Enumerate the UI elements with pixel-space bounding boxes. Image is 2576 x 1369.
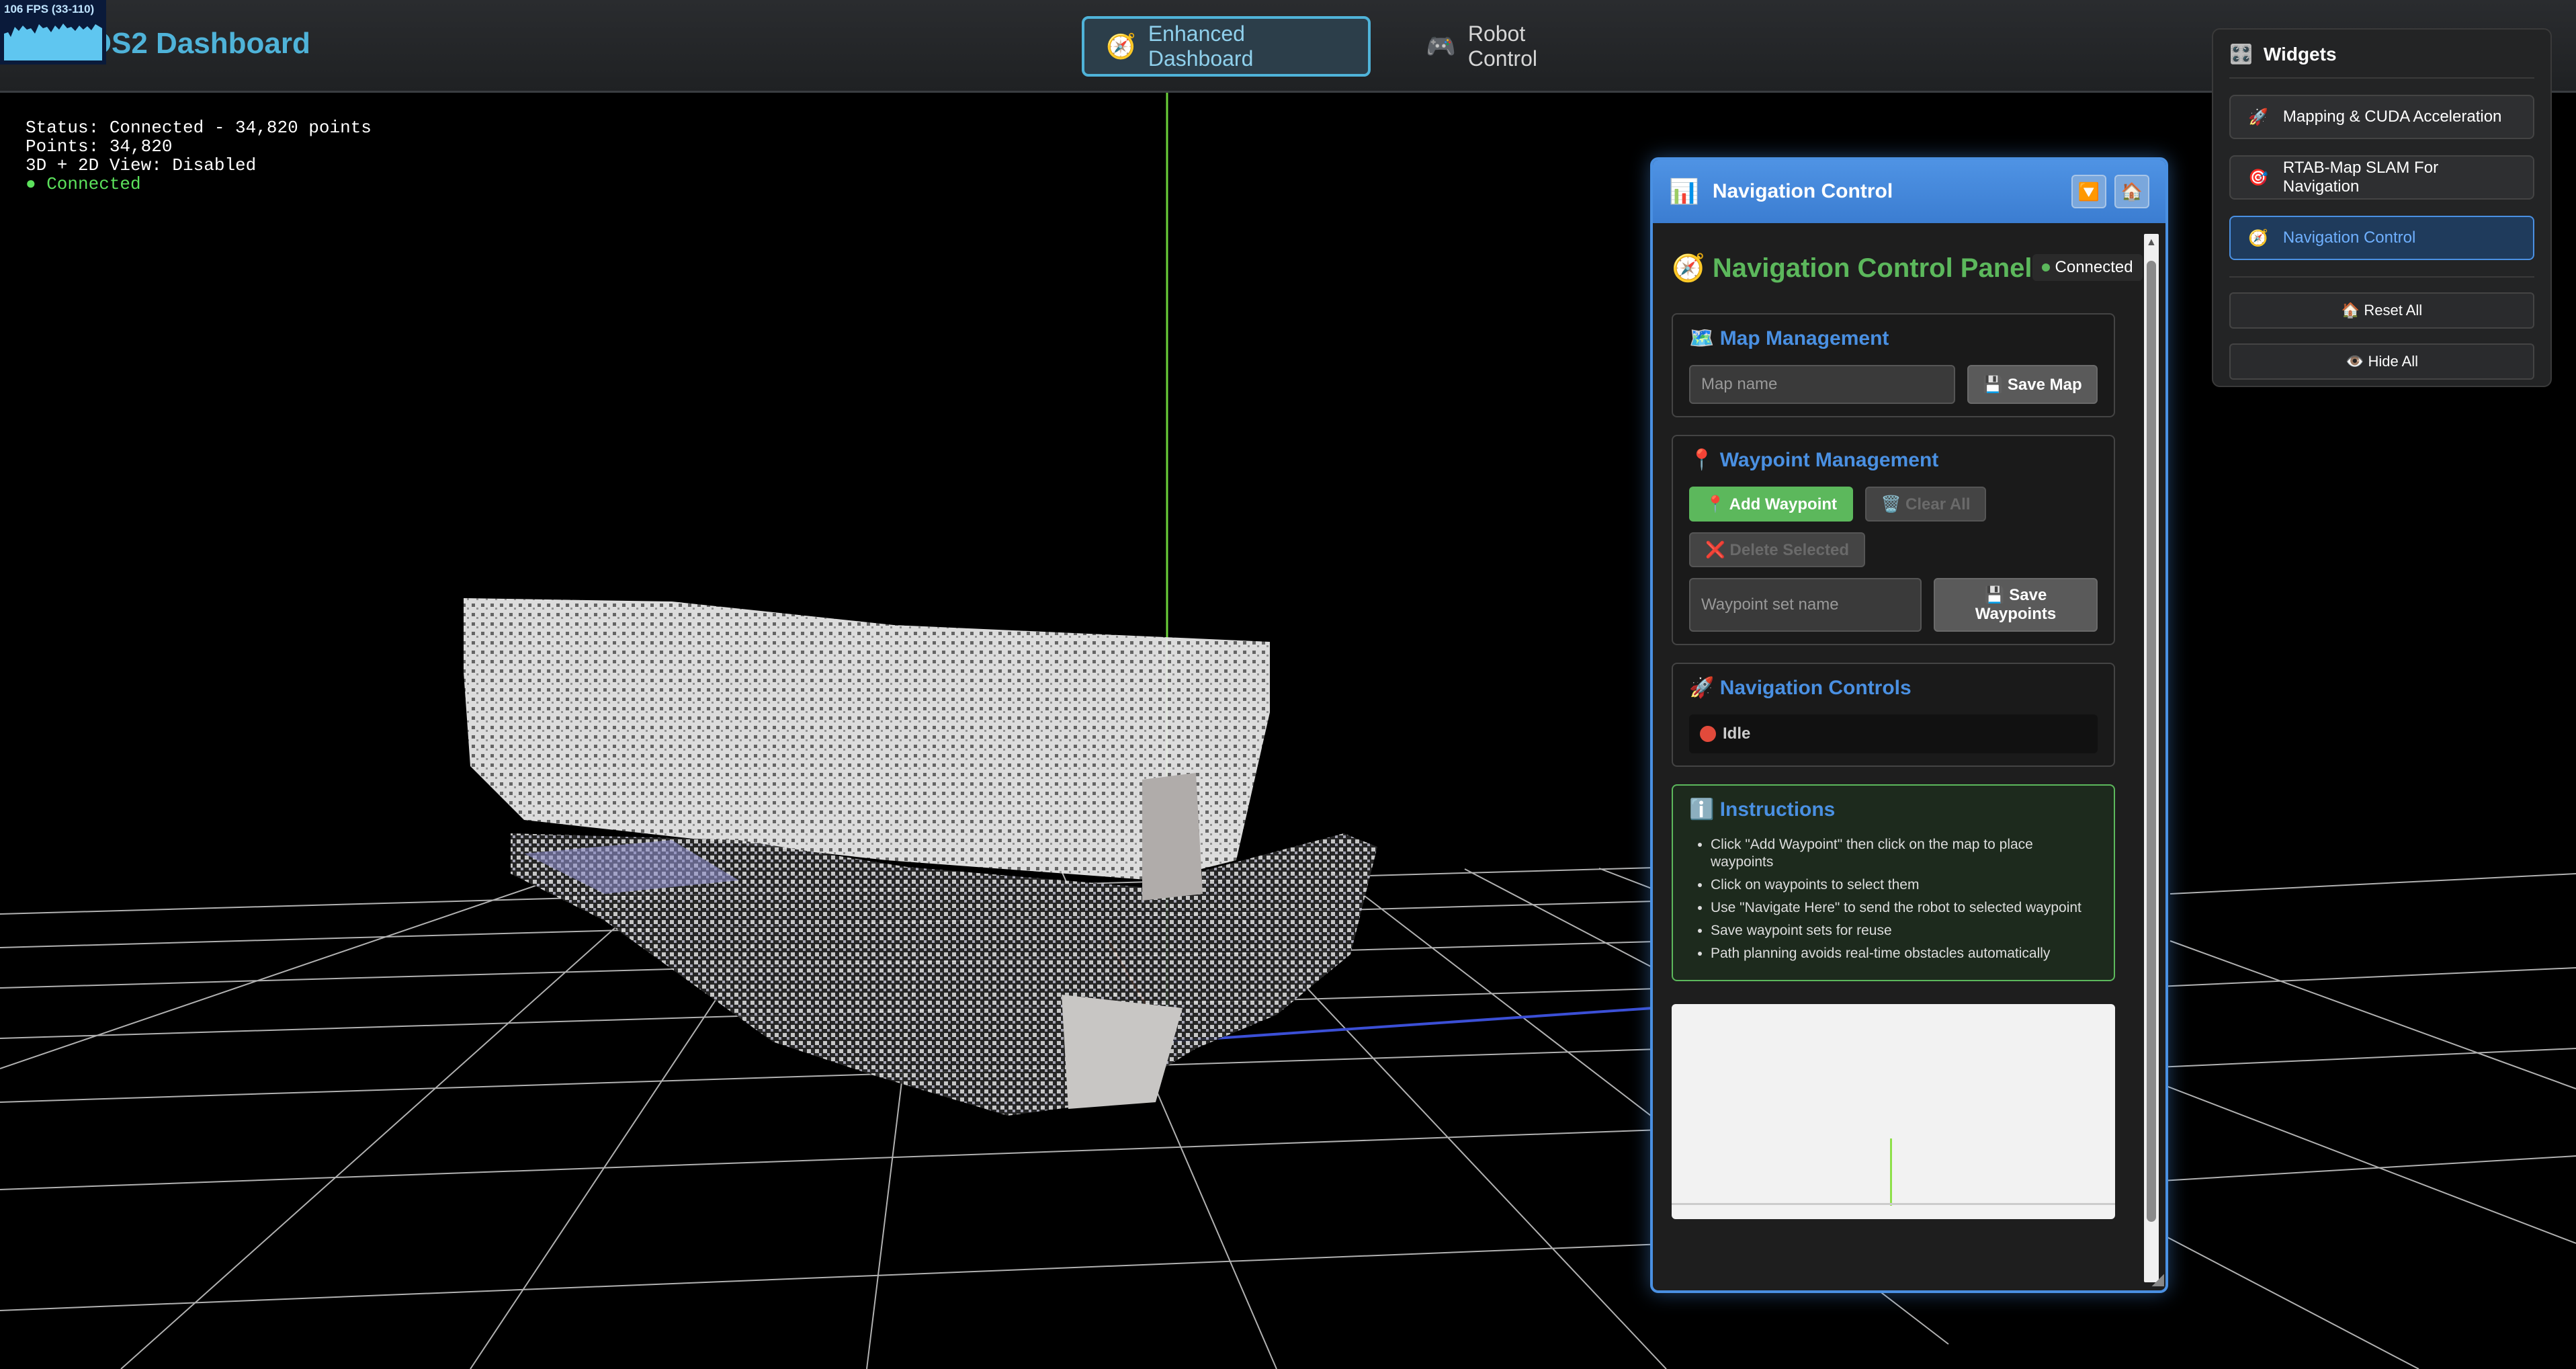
panel-content: 🧭 Navigation Control Panel Connected 🗺️ … xyxy=(1672,239,2143,1219)
resize-grip-icon[interactable]: ◢ xyxy=(2152,1270,2164,1289)
status-line: Status: Connected - 34,820 points xyxy=(26,118,372,138)
navigation-state: Idle xyxy=(1689,714,2098,753)
robot-axis-marker xyxy=(1890,1138,1892,1206)
section-title: ℹ️ Instructions xyxy=(1689,798,1836,821)
instruction-item: Save waypoint sets for reuse xyxy=(1711,922,2098,940)
navigation-state-text: Idle xyxy=(1723,724,1751,743)
point-cloud-viewport[interactable] xyxy=(0,0,2576,1369)
widget-rtab-map[interactable]: 🎯 RTAB-Map SLAM For Navigation xyxy=(2229,155,2534,200)
navigation-controls-section: 🚀 Navigation Controls Idle xyxy=(1672,663,2115,767)
clear-all-button[interactable]: 🗑️ Clear All xyxy=(1865,487,1986,522)
scroll-thumb[interactable] xyxy=(2147,261,2156,1222)
control-panel-title: 🧭 Navigation Control Panel xyxy=(1672,253,2032,283)
instruction-item: Click on waypoints to select them xyxy=(1711,876,2098,894)
rocket-icon: 🚀 xyxy=(2248,108,2268,126)
top-bar: ROS2 Dashboard 106 FPS (33-110) 🧭 Enhanc… xyxy=(0,0,2576,93)
instruction-item: Path planning avoids real-time obstacles… xyxy=(1711,945,2098,962)
save-map-button[interactable]: 💾 Save Map xyxy=(1967,365,2098,404)
map-name-input[interactable]: Map name xyxy=(1689,365,1955,404)
home-button[interactable]: 🏠 xyxy=(2114,175,2149,208)
fps-meter: 106 FPS (33-110) xyxy=(0,0,106,65)
tab-robot-control[interactable]: 🎮 Robot Control xyxy=(1404,16,1619,77)
section-title: 📍 Waypoint Management xyxy=(1689,449,1939,471)
connection-text: Connected xyxy=(2055,258,2133,276)
widget-label: RTAB-Map SLAM For Navigation xyxy=(2282,159,2439,196)
compass-icon: 🧭 xyxy=(1106,32,1136,60)
map-baseline xyxy=(1672,1203,2115,1205)
widget-navigation-control[interactable]: 🧭 Navigation Control xyxy=(2229,216,2534,260)
navigation-control-window[interactable]: 📊 Navigation Control 🔽 🏠 🧭 Navigation Co… xyxy=(1650,157,2168,1293)
fps-graph xyxy=(4,24,102,60)
reset-all-button[interactable]: 🏠 Reset All xyxy=(2229,292,2534,329)
widget-label: Navigation Control xyxy=(2282,229,2416,247)
view-mode-line: 3D + 2D View: Disabled xyxy=(26,155,257,175)
panel-title: Navigation Control xyxy=(1712,180,1893,202)
instruction-item: Click "Add Waypoint" then click on the m… xyxy=(1711,836,2098,871)
compass-icon: 🧭 xyxy=(2248,229,2268,247)
save-waypoints-button[interactable]: 💾 Save Waypoints xyxy=(1934,578,2098,632)
widgets-header: 🎛️ Widgets xyxy=(2229,43,2534,79)
tab-label: Enhanced Dashboard xyxy=(1148,22,1254,71)
waypoint-management-section: 📍 Waypoint Management 📍 Add Waypoint 🗑️ … xyxy=(1672,435,2115,645)
idle-indicator-icon xyxy=(1700,726,1716,742)
points-line: Points: 34,820 xyxy=(26,136,173,157)
panel-header[interactable]: 📊 Navigation Control 🔽 🏠 xyxy=(1653,160,2165,223)
connection-line: ● Connected xyxy=(26,174,141,194)
widgets-panel: 🎛️ Widgets 🚀 Mapping & CUDA Acceleration… xyxy=(2212,28,2552,387)
section-title: 🗺️ Map Management xyxy=(1689,327,1889,349)
connection-badge: Connected xyxy=(2032,254,2143,281)
widgets-title: Widgets xyxy=(2263,43,2337,65)
section-title: 🚀 Navigation Controls xyxy=(1689,677,1912,699)
collapse-button[interactable]: 🔽 xyxy=(2071,175,2106,208)
instructions-list: Click "Add Waypoint" then click on the m… xyxy=(1689,836,2098,962)
map-management-section: 🗺️ Map Management Map name 💾 Save Map xyxy=(1672,313,2115,417)
divider xyxy=(2229,276,2534,278)
instructions-section: ℹ️ Instructions Click "Add Waypoint" the… xyxy=(1672,784,2115,981)
map-canvas[interactable] xyxy=(1672,1004,2115,1219)
point-cloud xyxy=(464,598,1377,1116)
scroll-up-icon[interactable]: ▲ xyxy=(2146,237,2157,249)
widget-label: Mapping & CUDA Acceleration xyxy=(2282,108,2502,126)
panel-scrollbar[interactable]: ▲ xyxy=(2144,234,2159,1282)
tab-enhanced-dashboard[interactable]: 🧭 Enhanced Dashboard xyxy=(1082,16,1371,77)
hide-all-button[interactable]: 👁️ Hide All xyxy=(2229,343,2534,380)
status-dot-icon xyxy=(2041,263,2050,272)
instruction-item: Use "Navigate Here" to send the robot to… xyxy=(1711,899,2098,917)
control-panel-header: 🧭 Navigation Control Panel Connected xyxy=(1672,239,2143,296)
control-knobs-icon: 🎛️ xyxy=(2229,44,2253,65)
status-overlay: Status: Connected - 34,820 points Points… xyxy=(26,118,372,194)
gamepad-icon: 🎮 xyxy=(1426,32,1456,60)
tab-label: Robot Control xyxy=(1467,22,1537,71)
waypoint-set-name-input[interactable]: Waypoint set name xyxy=(1689,578,1922,632)
chart-icon: 📊 xyxy=(1669,177,1699,205)
delete-selected-button[interactable]: ❌ Delete Selected xyxy=(1689,532,1865,567)
target-icon: 🎯 xyxy=(2248,168,2268,187)
fps-label: 106 FPS (33-110) xyxy=(4,3,95,15)
widget-mapping-cuda[interactable]: 🚀 Mapping & CUDA Acceleration xyxy=(2229,95,2534,139)
add-waypoint-button[interactable]: 📍 Add Waypoint xyxy=(1689,487,1853,522)
